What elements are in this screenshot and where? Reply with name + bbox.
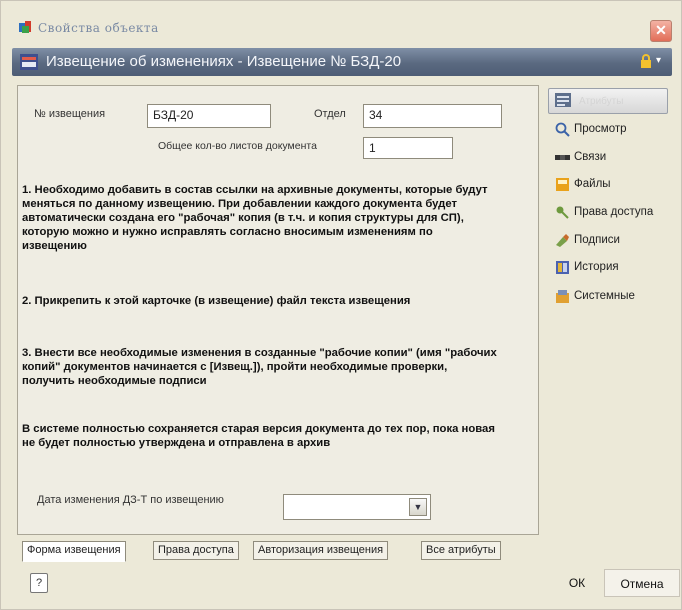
notice-number-input[interactable]: БЗД-20	[147, 104, 271, 128]
sidebar-item-files[interactable]: Файлы	[552, 175, 674, 195]
files-icon	[556, 178, 569, 191]
sidebar-item-label: Связи	[574, 151, 607, 163]
key-icon	[556, 206, 569, 219]
department-label: Отдел	[314, 108, 346, 120]
document-header: Извещение об изменениях - Извещение № БЗ…	[12, 48, 672, 76]
sheets-count-label: Общее кол-во листов документа	[158, 140, 317, 152]
attributes-button-label: Атрибуты	[579, 96, 624, 107]
sheets-count-input[interactable]: 1	[363, 137, 453, 159]
sidebar-item-label: Просмотр	[574, 123, 627, 135]
sidebar-item-links[interactable]: Связи	[552, 148, 674, 168]
change-date-label: Дата изменения ДЗ-Т по извещению	[37, 494, 224, 506]
instruction-2: 2. Прикрепить к этой карточке (в извещен…	[22, 295, 411, 307]
chevron-down-icon: ▾	[656, 55, 662, 66]
sidebar-item-label: Права доступа	[574, 206, 654, 218]
object-properties-icon	[19, 21, 31, 33]
notice-number-label: № извещения	[34, 108, 106, 120]
sidebar-item-label: Подписи	[574, 234, 620, 246]
tab-notice-form[interactable]: Форма извещения	[22, 541, 126, 562]
sidebar-item-label: История	[574, 261, 619, 273]
help-button[interactable]: ?	[30, 573, 48, 593]
header-menu-button[interactable]: ▾	[640, 54, 670, 70]
lock-icon	[641, 54, 651, 68]
tab-all-attributes[interactable]: Все атрибуты	[421, 541, 501, 560]
ok-button[interactable]: ОК	[562, 569, 592, 597]
document-title: Извещение об изменениях - Извещение № БЗ…	[46, 53, 402, 70]
chevron-down-icon[interactable]: ▼	[409, 498, 427, 516]
sidebar-item-label: Системные	[574, 290, 635, 302]
links-icon	[555, 155, 570, 160]
document-type-icon	[20, 54, 38, 70]
sidebar-item-system[interactable]: Системные	[552, 287, 674, 307]
sidebar-item-label: Файлы	[574, 178, 611, 190]
sidebar-item-signatures[interactable]: Подписи	[552, 231, 674, 251]
tab-access-rights[interactable]: Права доступа	[153, 541, 239, 560]
magnifier-icon	[555, 122, 570, 137]
notice-form-panel	[17, 85, 539, 535]
instruction-3: 3. Внести все необходимые изменения в со…	[22, 347, 497, 387]
close-button[interactable]: ✕	[650, 20, 672, 42]
window-title: Свойства объекта	[38, 21, 159, 35]
instruction-1: 1. Необходимо добавить в состав ссылки н…	[22, 184, 488, 252]
system-icon	[556, 290, 569, 303]
attributes-icon	[555, 93, 571, 107]
tab-notice-authorization[interactable]: Авторизация извещения	[253, 541, 389, 560]
department-input[interactable]: 34	[363, 104, 502, 128]
signature-icon	[556, 234, 569, 247]
attributes-button[interactable]: Атрибуты	[548, 88, 668, 114]
history-icon	[556, 261, 569, 274]
sidebar-item-access-rights[interactable]: Права доступа	[552, 203, 674, 223]
title-bar: Свойства объекта	[4, 12, 676, 38]
instruction-4: В системе полностью сохраняется старая в…	[22, 423, 495, 449]
change-date-select[interactable]: ▼	[283, 494, 431, 520]
sidebar-item-history[interactable]: История	[552, 258, 674, 278]
cancel-button[interactable]: Отмена	[604, 569, 680, 597]
sidebar-item-view[interactable]: Просмотр	[552, 120, 674, 140]
